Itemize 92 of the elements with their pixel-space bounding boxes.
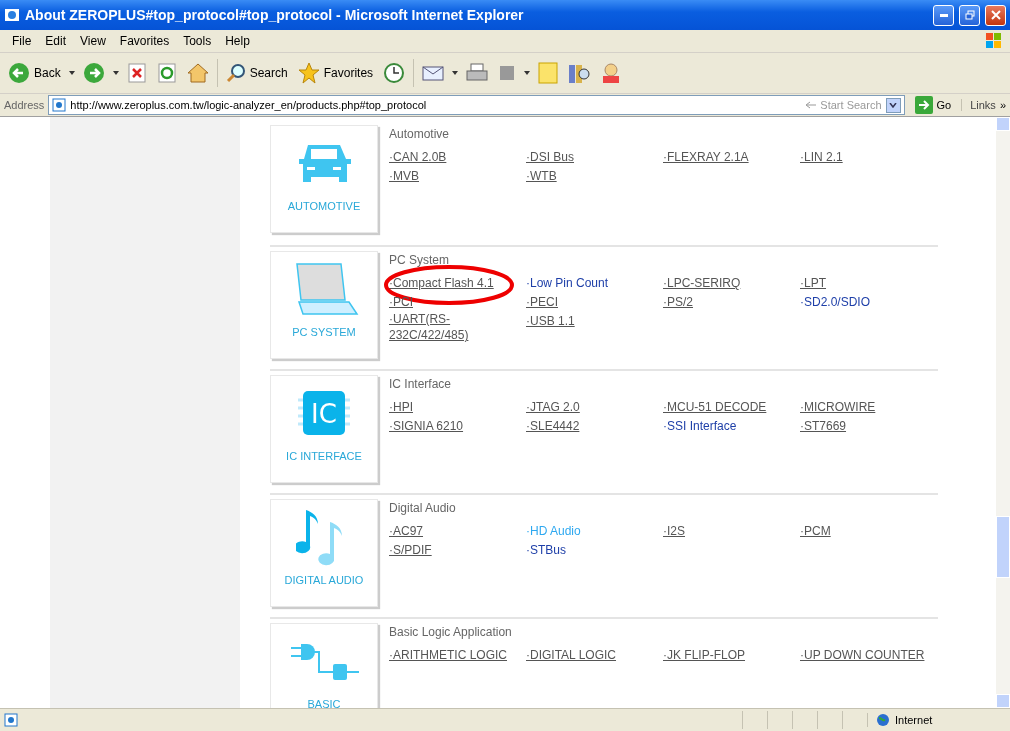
- caret-icon: [524, 71, 531, 75]
- protocol-link[interactable]: ·ARITHMETIC LOGIC: [389, 647, 507, 663]
- protocol-link[interactable]: ·HPI: [389, 399, 413, 415]
- back-button[interactable]: Back: [6, 60, 63, 86]
- page-icon: [4, 713, 18, 727]
- caret-icon: [452, 71, 459, 75]
- window-title: About ZEROPLUS#top_protocol#top_protocol - Microsoft Internet Explorer: [25, 7, 525, 23]
- card-label: IC INTERFACE: [286, 450, 362, 462]
- protocol-link[interactable]: ·FLEXRAY 2.1A: [663, 149, 749, 165]
- envelope-icon: [422, 64, 445, 82]
- restore-icon: [964, 10, 975, 20]
- caret-icon: [112, 71, 119, 75]
- protocol-link[interactable]: ·PCI: [389, 294, 413, 310]
- protocol-link[interactable]: ·MCU-51 DECODE: [663, 399, 767, 415]
- stop-icon: [126, 63, 147, 83]
- books-icon: [568, 62, 591, 84]
- section-title: Automotive: [389, 127, 451, 141]
- search-placeholder: Start Search: [820, 99, 882, 111]
- clock-icon: [383, 62, 406, 84]
- protocol-link[interactable]: ·PS/2: [663, 294, 693, 310]
- card-label: DIGITAL AUDIO: [284, 574, 364, 586]
- zone-label: Internet: [895, 714, 933, 726]
- favorites-button[interactable]: Favorites: [295, 60, 376, 86]
- menu-item[interactable]: Help: [219, 32, 256, 50]
- protocol-link[interactable]: ·Low Pin Count: [526, 275, 609, 291]
- dropdown-button[interactable]: [885, 97, 901, 113]
- menu-item[interactable]: Edit: [39, 32, 73, 50]
- protocol-link[interactable]: ·STBus: [526, 542, 566, 558]
- menu-item[interactable]: Tools: [177, 32, 218, 50]
- protocol-link[interactable]: ·PECI: [526, 294, 558, 310]
- protocol-link[interactable]: ·WTB: [526, 168, 557, 184]
- links-button[interactable]: Links: [961, 99, 996, 111]
- protocol-link[interactable]: ·UART(RS-232C/422/485): [389, 311, 517, 343]
- protocol-link[interactable]: ·CAN 2.0B: [389, 149, 447, 165]
- close-button[interactable]: [985, 4, 1006, 26]
- protocol-link[interactable]: ·USB 1.1: [526, 313, 575, 329]
- card-label: BASIC: [307, 698, 341, 708]
- protocol-link[interactable]: ·LPC-SERIRQ: [663, 275, 741, 291]
- protocol-link[interactable]: ·ST7669: [800, 418, 847, 434]
- section-title: PC System: [389, 253, 450, 267]
- browser-icon: [4, 7, 20, 23]
- refresh-icon: [156, 63, 177, 83]
- protocol-link[interactable]: ·I2S: [663, 523, 685, 539]
- protocol-link[interactable]: ·SLE4442: [526, 418, 580, 434]
- protocol-link[interactable]: ·LPT: [800, 275, 826, 291]
- scrollbar[interactable]: [996, 117, 1010, 708]
- page-icon: [52, 98, 67, 112]
- chevron-down-icon: [889, 102, 897, 108]
- minimize-button[interactable]: [933, 4, 954, 26]
- protocol-link[interactable]: ·DSI Bus: [526, 149, 574, 165]
- back-icon: [8, 62, 30, 84]
- protocol-link[interactable]: ·MVB: [389, 168, 419, 184]
- protocol-link[interactable]: ·DIGITAL LOGIC: [526, 647, 616, 663]
- section-title: Basic Logic Application: [389, 625, 513, 639]
- windows-logo-icon: [984, 32, 1004, 50]
- menu-item[interactable]: View: [74, 32, 112, 50]
- protocol-link[interactable]: ·SSI Interface: [663, 418, 737, 434]
- protocol-link[interactable]: ·JK FLIP-FLOP: [663, 647, 745, 663]
- search-icon: [225, 63, 246, 83]
- home-icon: [186, 63, 209, 83]
- address-label: Address: [4, 99, 45, 111]
- minimize-icon: [939, 13, 948, 17]
- more-links-button[interactable]: »: [999, 99, 1006, 111]
- globe-icon: [876, 713, 890, 727]
- protocol-link[interactable]: ·SD2.0/SDIO: [800, 294, 871, 310]
- address-field[interactable]: http://www.zeroplus.com.tw/logic-analyzer_en/products.php#top_protocol Start Search: [48, 95, 905, 115]
- protocol-link[interactable]: ·PCM: [800, 523, 831, 539]
- section-title: IC Interface: [389, 377, 453, 391]
- protocol-link[interactable]: ·AC97: [389, 523, 423, 539]
- menu-item[interactable]: Favorites: [113, 32, 176, 50]
- protocol-link[interactable]: ·SIGNIA 6210: [389, 418, 464, 434]
- search-button[interactable]: Search: [223, 61, 290, 85]
- card-label: PC SYSTEM: [292, 326, 356, 338]
- protocol-link[interactable]: ·UP DOWN COUNTER: [800, 647, 925, 663]
- printer-icon: [466, 63, 489, 83]
- restore-button[interactable]: [959, 4, 980, 26]
- card-label: AUTOMOTIVE: [287, 200, 361, 212]
- note-icon: [538, 62, 559, 84]
- menu-item[interactable]: File: [6, 32, 38, 50]
- caret-icon: [68, 71, 75, 75]
- protocol-link[interactable]: ·S/PDIF: [389, 542, 432, 558]
- arrow-left-icon: [805, 101, 818, 109]
- protocol-link[interactable]: ·MICROWIRE: [800, 399, 876, 415]
- close-icon: [990, 10, 1001, 20]
- protocol-link[interactable]: ·JTAG 2.0: [526, 399, 580, 415]
- go-button[interactable]: Go: [908, 96, 958, 114]
- forward-icon: [82, 62, 105, 84]
- chip-label: IC: [311, 399, 337, 429]
- protocol-link[interactable]: ·LIN 2.1: [800, 149, 843, 165]
- star-icon: [297, 62, 320, 84]
- section-title: Digital Audio: [389, 501, 457, 515]
- logic-gate-icon: [289, 642, 359, 682]
